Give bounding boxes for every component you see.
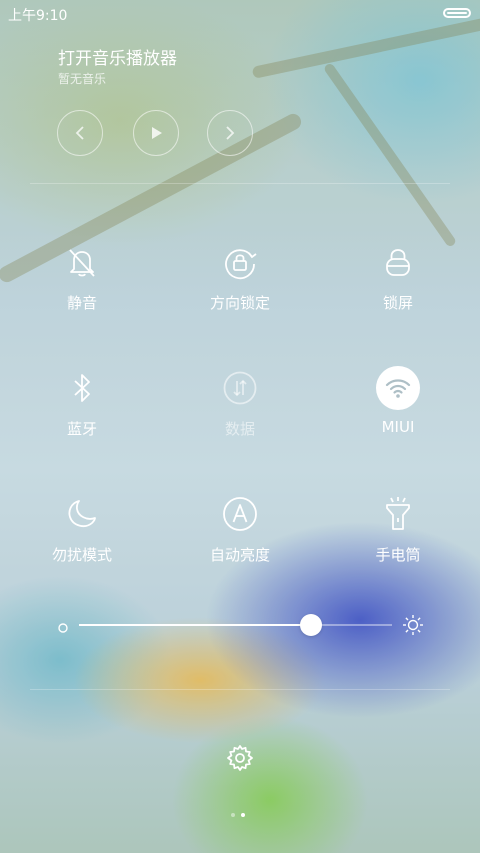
toggle-mute[interactable]: 静音 — [22, 242, 142, 332]
page-dot-current — [241, 813, 245, 817]
next-button[interactable] — [207, 110, 253, 156]
lock-icon — [378, 242, 418, 282]
brightness-slider[interactable] — [79, 614, 392, 636]
page-dot — [231, 813, 235, 817]
toggle-label: 数据 — [224, 420, 255, 438]
toggle-auto-brightness[interactable]: 自动亮度 — [180, 494, 300, 584]
divider — [30, 689, 450, 690]
toggle-rotation-lock[interactable]: 方向锁定 — [180, 242, 300, 332]
divider — [30, 183, 450, 184]
moon-icon — [62, 494, 102, 534]
toggle-bluetooth[interactable]: 蓝牙 — [22, 368, 142, 458]
page-indicator — [231, 813, 245, 817]
toggle-do-not-disturb[interactable]: 勿扰模式 — [22, 494, 142, 584]
play-button[interactable] — [133, 110, 179, 156]
previous-button[interactable] — [57, 110, 103, 156]
toggle-label: 自动亮度 — [209, 546, 270, 564]
gear-icon — [227, 745, 253, 771]
brightness-slider-thumb[interactable] — [299, 614, 322, 636]
toggle-label: 方向锁定 — [209, 294, 270, 312]
brightness-high-icon — [402, 614, 424, 640]
mobile-data-icon — [220, 368, 260, 408]
status-time: 上午9:10 — [8, 8, 68, 24]
wifi-icon — [376, 366, 420, 410]
music-player-title[interactable]: 打开音乐播放器 — [58, 44, 177, 69]
music-player-subtitle: 暂无音乐 — [58, 72, 107, 86]
settings-button[interactable] — [226, 744, 254, 776]
auto-brightness-icon — [220, 494, 260, 534]
toggle-flashlight[interactable]: 手电筒 — [338, 494, 458, 584]
battery-icon — [443, 8, 471, 18]
toggle-label: 静音 — [66, 294, 97, 312]
toggle-lock-screen[interactable]: 锁屏 — [338, 242, 458, 332]
toggle-mobile-data[interactable]: 数据 — [180, 368, 300, 458]
toggle-label: 勿扰模式 — [51, 546, 112, 564]
bluetooth-icon — [62, 368, 102, 408]
previous-icon — [75, 126, 84, 140]
play-icon — [152, 127, 162, 139]
mute-bell-icon — [62, 242, 102, 282]
toggle-wifi[interactable]: MIUI — [338, 366, 458, 456]
toggle-label: MIUI — [381, 418, 415, 436]
brightness-low-icon — [57, 619, 69, 638]
toggle-label: 手电筒 — [375, 546, 421, 564]
brightness-slider-fill — [79, 624, 311, 626]
toggle-label: 蓝牙 — [66, 420, 97, 438]
toggle-label: 锁屏 — [382, 294, 413, 312]
flashlight-icon — [378, 494, 418, 534]
next-icon — [226, 126, 235, 140]
rotation-lock-icon — [220, 242, 260, 282]
